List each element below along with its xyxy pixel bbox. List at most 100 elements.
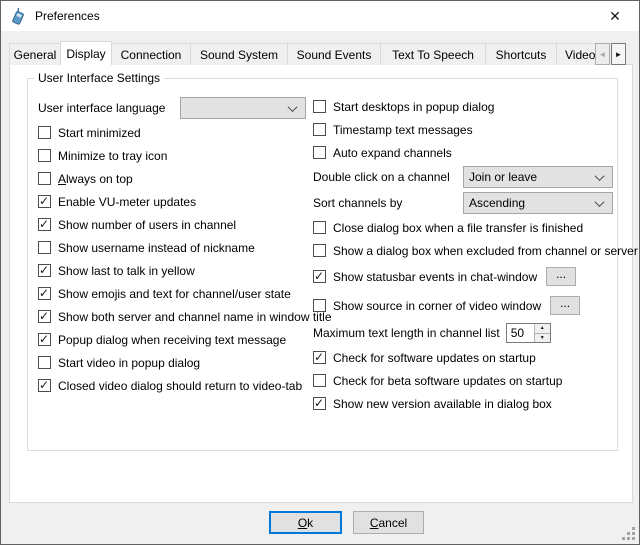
checkbox bbox=[38, 172, 51, 185]
video-source-browse-button[interactable]: ... bbox=[550, 296, 580, 315]
checkbox bbox=[313, 351, 326, 364]
checkbox-label: Start minimized bbox=[58, 126, 141, 140]
chevron-down-icon bbox=[595, 171, 605, 181]
double-click-row: Double click on a channel Join or leave bbox=[313, 164, 613, 190]
checkbox-row[interactable]: Close dialog box when a file transfer is… bbox=[313, 216, 613, 239]
checkbox bbox=[38, 356, 51, 369]
sort-channels-row: Sort channels by Ascending bbox=[313, 190, 613, 216]
checkbox-row[interactable]: Show new version available in dialog box bbox=[313, 392, 613, 415]
tab-scroll-right-icon[interactable]: ► bbox=[611, 43, 626, 65]
sort-channels-value: Ascending bbox=[469, 196, 525, 210]
checkbox[interactable] bbox=[313, 299, 326, 312]
checkbox bbox=[313, 221, 326, 234]
ok-button[interactable]: Ok bbox=[269, 511, 342, 534]
checkbox-label: Popup dialog when receiving text message bbox=[58, 333, 286, 347]
language-combobox[interactable] bbox=[180, 97, 306, 119]
sort-channels-combobox[interactable]: Ascending bbox=[463, 192, 613, 214]
checkbox-row[interactable]: Start desktops in popup dialog bbox=[313, 95, 613, 118]
double-click-value: Join or leave bbox=[469, 170, 537, 184]
titlebar: Preferences ✕ bbox=[1, 1, 639, 31]
group-user-interface-settings: User Interface Settings User interface l… bbox=[27, 78, 618, 451]
tab-general[interactable]: General bbox=[9, 43, 61, 65]
language-label: User interface language bbox=[38, 101, 176, 115]
chevron-down-icon bbox=[288, 102, 298, 112]
checkbox-row[interactable]: Check for software updates on startup bbox=[313, 346, 613, 369]
double-click-combobox[interactable]: Join or leave bbox=[463, 166, 613, 188]
spinner-value[interactable]: 50 bbox=[507, 324, 534, 342]
tab-shortcuts[interactable]: Shortcuts bbox=[485, 43, 557, 65]
tab-text-to-speech[interactable]: Text To Speech bbox=[380, 43, 486, 65]
checkbox-label: Show emojis and text for channel/user st… bbox=[58, 287, 291, 301]
checkbox bbox=[38, 195, 51, 208]
checkbox-row[interactable]: Popup dialog when receiving text message bbox=[38, 328, 306, 351]
checkbox-row[interactable]: Show a dialog box when excluded from cha… bbox=[313, 239, 613, 262]
spin-down-icon[interactable]: ▼ bbox=[535, 334, 550, 343]
checkbox-row[interactable]: Always on top bbox=[38, 167, 306, 190]
statusbar-events-row: Show statusbar events in chat-window ... bbox=[313, 262, 613, 291]
checkbox bbox=[38, 149, 51, 162]
checkbox bbox=[313, 100, 326, 113]
checkbox bbox=[38, 264, 51, 277]
checkbox-label: Show statusbar events in chat-window bbox=[333, 270, 537, 284]
checkbox-row[interactable]: Closed video dialog should return to vid… bbox=[38, 374, 306, 397]
checkbox-row[interactable]: Enable VU-meter updates bbox=[38, 190, 306, 213]
checkbox-label: Start desktops in popup dialog bbox=[333, 100, 494, 114]
tab-bar: General Display Connection Sound System … bbox=[9, 40, 631, 65]
resize-grip[interactable] bbox=[622, 527, 635, 540]
checkbox-label: Show new version available in dialog box bbox=[333, 397, 552, 411]
checkbox-row[interactable]: Show number of users in channel bbox=[38, 213, 306, 236]
checkbox-label: Show username instead of nickname bbox=[58, 241, 255, 255]
checkbox bbox=[38, 333, 51, 346]
video-source-row: Show source in corner of video window ..… bbox=[313, 291, 613, 320]
checkbox bbox=[313, 397, 326, 410]
tab-sound-events[interactable]: Sound Events bbox=[287, 43, 381, 65]
checkbox-label: Closed video dialog should return to vid… bbox=[58, 379, 302, 393]
checkbox-label: Close dialog box when a file transfer is… bbox=[333, 221, 583, 235]
checkbox-label: Check for software updates on startup bbox=[333, 351, 536, 365]
checkbox[interactable] bbox=[313, 270, 326, 283]
tab-panel: User Interface Settings User interface l… bbox=[9, 64, 633, 503]
tab-display[interactable]: Display bbox=[60, 41, 112, 65]
checkbox-label: Check for beta software updates on start… bbox=[333, 374, 562, 388]
checkbox-row[interactable]: Start minimized bbox=[38, 121, 306, 144]
left-column: User interface language Start minimized … bbox=[38, 95, 306, 397]
checkbox-row[interactable]: Timestamp text messages bbox=[313, 118, 613, 141]
max-text-length-label: Maximum text length in channel list bbox=[313, 326, 500, 340]
tab-sound-system[interactable]: Sound System bbox=[190, 43, 288, 65]
groupbox-title: User Interface Settings bbox=[34, 71, 164, 85]
close-icon[interactable]: ✕ bbox=[599, 1, 631, 31]
tab-scroll-left-icon[interactable]: ◄ bbox=[595, 43, 610, 65]
checkbox bbox=[38, 379, 51, 392]
checkbox bbox=[313, 244, 326, 257]
preferences-dialog: Preferences ✕ User Interface Settings Us… bbox=[0, 0, 640, 545]
checkbox-row[interactable]: Show both server and channel name in win… bbox=[38, 305, 306, 328]
checkbox-label: Enable VU-meter updates bbox=[58, 195, 196, 209]
checkbox bbox=[313, 374, 326, 387]
checkbox-label: Show source in corner of video window bbox=[333, 299, 541, 313]
checkbox-label: Auto expand channels bbox=[333, 146, 452, 160]
checkbox-row[interactable]: Minimize to tray icon bbox=[38, 144, 306, 167]
checkbox-row[interactable]: Show emojis and text for channel/user st… bbox=[38, 282, 306, 305]
sort-channels-label: Sort channels by bbox=[313, 196, 463, 210]
checkbox bbox=[38, 218, 51, 231]
checkbox-row[interactable]: Auto expand channels bbox=[313, 141, 613, 164]
tab-connection[interactable]: Connection bbox=[111, 43, 191, 65]
checkbox-row[interactable]: Show username instead of nickname bbox=[38, 236, 306, 259]
cancel-button[interactable]: Cancel bbox=[353, 511, 424, 534]
checkbox bbox=[38, 310, 51, 323]
checkbox-label: Start video in popup dialog bbox=[58, 356, 200, 370]
checkbox-label: Show a dialog box when excluded from cha… bbox=[333, 244, 638, 258]
max-text-length-spinner[interactable]: 50 ▲ ▼ bbox=[506, 323, 551, 343]
checkbox-row[interactable]: Start video in popup dialog bbox=[38, 351, 306, 374]
double-click-label: Double click on a channel bbox=[313, 170, 463, 184]
spin-up-icon[interactable]: ▲ bbox=[535, 324, 550, 334]
checkbox bbox=[38, 241, 51, 254]
checkbox-label: Show last to talk in yellow bbox=[58, 264, 195, 278]
right-column: Start desktops in popup dialog Timestamp… bbox=[313, 95, 613, 415]
checkbox bbox=[38, 287, 51, 300]
checkbox-row[interactable]: Show last to talk in yellow bbox=[38, 259, 306, 282]
statusbar-events-browse-button[interactable]: ... bbox=[546, 267, 576, 286]
chevron-down-icon bbox=[595, 197, 605, 207]
checkbox-row[interactable]: Check for beta software updates on start… bbox=[313, 369, 613, 392]
teamtalk-icon bbox=[10, 8, 27, 25]
